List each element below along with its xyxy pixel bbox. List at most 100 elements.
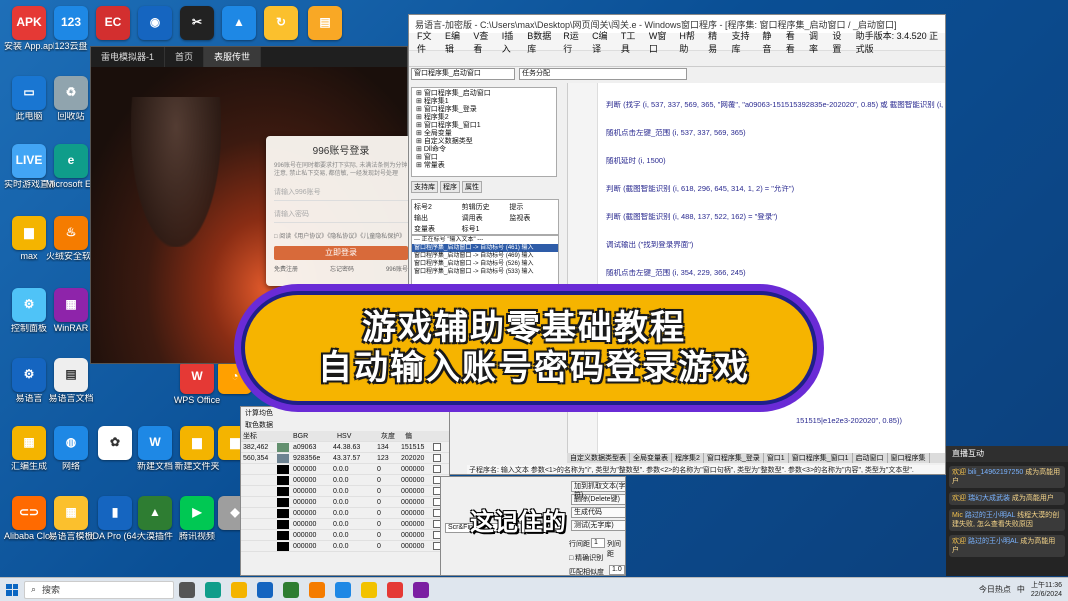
- desktop-icon[interactable]: ▦ WinRAR: [46, 288, 96, 334]
- tree-item[interactable]: ⊞ 全局变量: [416, 130, 552, 138]
- menu-item[interactable]: F文件: [413, 29, 441, 55]
- output-tab[interactable]: 调用表: [462, 213, 509, 223]
- menu-item[interactable]: B数据库: [523, 29, 559, 55]
- app-icon[interactable]: [413, 581, 429, 598]
- app-icon[interactable]: [283, 581, 299, 598]
- code-line[interactable]: [606, 143, 945, 157]
- code-line[interactable]: [606, 255, 945, 269]
- code-line[interactable]: 随机点击左键_范围 (i, 354, 229, 366, 245): [606, 269, 945, 283]
- tree-item[interactable]: ⊞ 窗口程序集_启动窗口: [416, 90, 552, 98]
- menu-item[interactable]: 静音: [758, 29, 781, 55]
- tree-item[interactable]: ⊞ 窗口程序集_窗口1: [416, 122, 552, 130]
- output-tab[interactable]: 提示: [509, 202, 556, 212]
- code-line[interactable]: 随机延时 (i, 1500): [606, 157, 945, 171]
- menu-item[interactable]: 设置: [828, 29, 851, 55]
- color-row[interactable]: 000000 0.0.0 0 000000: [241, 486, 449, 497]
- similarity-input[interactable]: 1.0: [609, 565, 625, 575]
- register-link[interactable]: 免费注册: [274, 264, 298, 273]
- class-selector[interactable]: 窗口程序集_启动窗口: [411, 68, 515, 80]
- clock[interactable]: 上午11:36 22/6/2024: [1031, 581, 1062, 599]
- tab-program[interactable]: 程序: [440, 181, 460, 193]
- menu-item[interactable]: V查看: [469, 29, 497, 55]
- row-checkbox[interactable]: [433, 465, 441, 473]
- explorer-icon[interactable]: [231, 581, 247, 598]
- menu-item[interactable]: T工具: [617, 29, 645, 55]
- test-button[interactable]: 测试(无字库): [571, 520, 625, 531]
- output-tab[interactable]: 标号1: [462, 224, 509, 234]
- color-row[interactable]: 000000 0.0.0 0 000000: [241, 519, 449, 530]
- menu-item[interactable]: 看看: [782, 29, 805, 55]
- program-tree[interactable]: ⊞ 窗口程序集_启动窗口 ⊞ 程序集1 ⊞ 窗口程序集_登录 ⊞ 程序集2 ⊞ 窗口程序…: [411, 87, 557, 177]
- code-line[interactable]: [606, 115, 945, 129]
- menu-item[interactable]: 支持库: [727, 29, 758, 55]
- log-line[interactable]: 窗口程序集_启动窗口 -> 自动标号 (533) 输入: [412, 268, 558, 276]
- editor-tab[interactable]: 窗口程序集: [888, 453, 930, 463]
- emulator-tab[interactable]: 表服传世: [204, 47, 262, 67]
- password-input[interactable]: 请输入密码: [274, 209, 408, 223]
- desktop-icon[interactable]: ▤ 易语言文档: [46, 358, 96, 404]
- menu-item[interactable]: 精易: [704, 29, 727, 55]
- method-selector[interactable]: 任务分配: [519, 68, 687, 80]
- app-icon[interactable]: [387, 581, 403, 598]
- desktop-icon[interactable]: ↻: [256, 6, 306, 42]
- color-row[interactable]: 000000 0.0.0 0 000000: [241, 508, 449, 519]
- output-tab[interactable]: 输出: [414, 213, 461, 223]
- color-row[interactable]: 382,462 a09063 44.38.63 134 151515: [241, 442, 449, 453]
- menu-item[interactable]: 调率: [805, 29, 828, 55]
- color-row[interactable]: 000000 0.0.0 0 000000: [241, 541, 449, 552]
- log-line[interactable]: 窗口程序集_启动窗口 -> 自动标号 (469) 输入: [412, 252, 558, 260]
- editor-tab[interactable]: 窗口程序集_窗口1: [789, 453, 853, 463]
- tree-item[interactable]: ⊞ Dll命令: [416, 146, 552, 154]
- precise-checkbox[interactable]: □ 精确识别: [569, 553, 603, 563]
- code-line[interactable]: [606, 171, 945, 185]
- generate-code-button[interactable]: 生成代码: [571, 507, 625, 518]
- tree-item[interactable]: ⊞ 程序集2: [416, 114, 552, 122]
- menu-item[interactable]: H帮助: [675, 29, 704, 55]
- color-row[interactable]: 000000 0.0.0 0 000000: [241, 464, 449, 475]
- desktop-icon[interactable]: ✿: [90, 426, 140, 462]
- editor-tab[interactable]: 程序集2: [672, 453, 704, 463]
- menu-item[interactable]: 助手版本: 3.4.520 正式版: [852, 29, 945, 55]
- log-line[interactable]: --- 正在标号 "输入文本" ---: [412, 236, 558, 244]
- menu-item[interactable]: I插入: [498, 29, 523, 55]
- code-line[interactable]: 调试输出 ("找到登录界面"): [606, 241, 945, 255]
- output-log[interactable]: --- 正在标号 "输入文本" --- 窗口程序集_启动窗口 -> 自动标号 (4…: [411, 235, 559, 289]
- code-line[interactable]: 判断 (截图智能识别 (i, 488, 137, 522, 162) = "登录…: [606, 213, 945, 227]
- menu-item[interactable]: E编辑: [441, 29, 469, 55]
- code-line[interactable]: 判断 (截图智能识别 (i, 618, 296, 645, 314, 1, 2)…: [606, 185, 945, 199]
- menu-item[interactable]: R运行: [559, 29, 588, 55]
- code-line[interactable]: [606, 227, 945, 241]
- output-tab[interactable]: 标号2: [414, 202, 461, 212]
- menu-item[interactable]: C编译: [588, 29, 617, 55]
- log-line[interactable]: 窗口程序集_启动窗口 -> 自动标号 (461) 输入: [412, 244, 558, 252]
- output-tab[interactable]: 变量表: [414, 224, 461, 234]
- emulator-tab[interactable]: 雷电模拟器-1: [91, 47, 166, 67]
- tree-item[interactable]: ⊞ 窗口程序集_登录: [416, 106, 552, 114]
- login-button[interactable]: 立即登录: [274, 245, 408, 260]
- desktop-icon[interactable]: ▤: [300, 6, 350, 42]
- tab-properties[interactable]: 属性: [462, 181, 482, 193]
- emulator-tab[interactable]: 首页: [165, 47, 205, 67]
- color-row[interactable]: 000000 0.0.0 0 000000: [241, 530, 449, 541]
- tree-item[interactable]: ⊞ 窗口: [416, 154, 552, 162]
- code-line[interactable]: 判断 (找字 (i, 537, 337, 569, 365, "网覆", "a0…: [606, 101, 945, 115]
- editor-tab[interactable]: 启动窗口: [853, 453, 888, 463]
- code-line[interactable]: 随机点击左键_范围 (i, 537, 337, 569, 365): [606, 129, 945, 143]
- log-line[interactable]: 窗口程序集_启动窗口 -> 自动标号 (526) 输入: [412, 260, 558, 268]
- app-icon[interactable]: [309, 581, 325, 598]
- start-button[interactable]: [0, 578, 24, 601]
- input-language[interactable]: 中: [1017, 584, 1025, 595]
- desktop-icon[interactable]: ▦ 易语言模板: [46, 496, 96, 542]
- tree-item[interactable]: ⊞ 自定义数据类型: [416, 138, 552, 146]
- desktop-icon[interactable]: ◍ 网络: [46, 426, 96, 472]
- desktop-icon[interactable]: ♻ 回收站: [46, 76, 96, 122]
- task-view-icon[interactable]: [179, 581, 195, 598]
- menu-item[interactable]: W窗口: [645, 29, 676, 55]
- store-icon[interactable]: [257, 581, 273, 598]
- color-row[interactable]: 560,354 928356e 43.37.57 123 202020: [241, 453, 449, 464]
- tree-item[interactable]: ⊞ 常量表: [416, 162, 552, 170]
- account-link[interactable]: 996账号: [386, 264, 408, 273]
- agreement-checkbox[interactable]: □ 阅读《用户协议》《隐私协议》《儿童隐私保护》: [274, 231, 408, 240]
- color-row[interactable]: 000000 0.0.0 0 000000: [241, 497, 449, 508]
- desktop-icon[interactable]: ♨ 火绒安全软件: [46, 216, 96, 262]
